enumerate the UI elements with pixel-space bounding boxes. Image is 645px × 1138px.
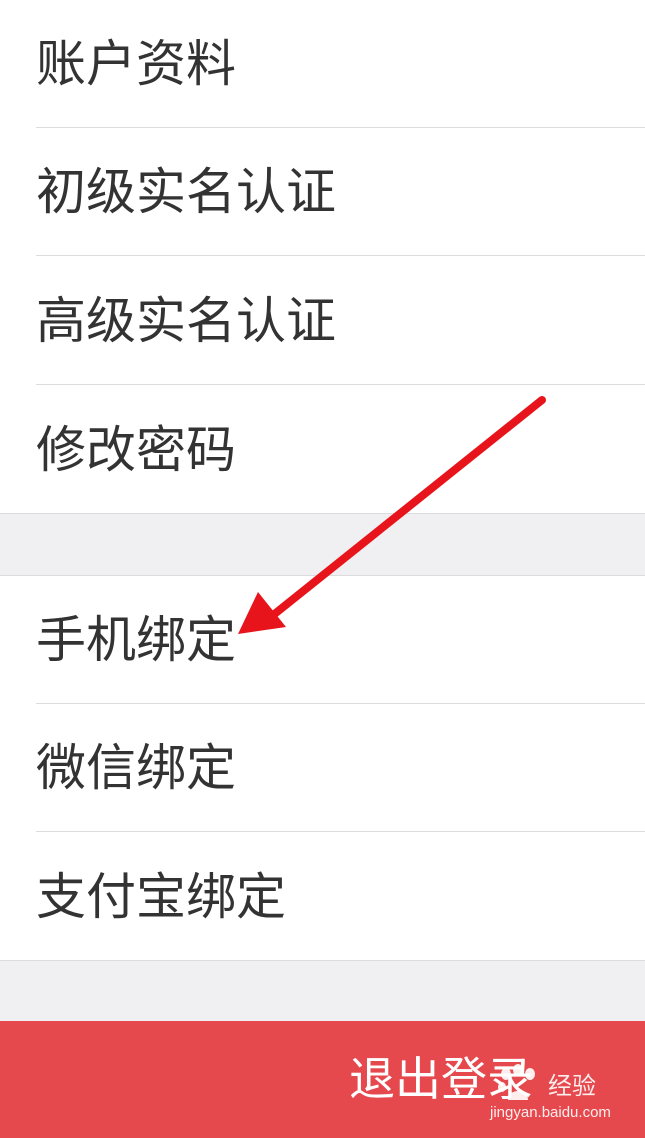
settings-item-alipay-binding[interactable]: 支付宝绑定 — [0, 833, 645, 961]
settings-item-label: 高级实名认证 — [36, 292, 336, 350]
settings-item-label: 手机绑定 — [36, 611, 236, 669]
settings-item-label: 微信绑定 — [36, 739, 236, 797]
baidu-jingyan-watermark: 经验 jingyan.baidu.com — [488, 1062, 638, 1122]
divider — [36, 255, 645, 256]
settings-item-label: 账户资料 — [36, 35, 236, 93]
settings-item-label: 修改密码 — [36, 421, 236, 479]
paw-logo-icon — [498, 1064, 535, 1100]
settings-item-basic-verification[interactable]: 初级实名认证 — [0, 128, 645, 256]
settings-item-label: 支付宝绑定 — [36, 868, 286, 926]
divider — [36, 384, 645, 385]
settings-item-account-info[interactable]: 账户资料 — [0, 0, 645, 128]
watermark-brand: 经验 — [548, 1072, 596, 1100]
settings-group-bindings: 手机绑定 微信绑定 支付宝绑定 — [0, 575, 645, 961]
settings-item-label: 初级实名认证 — [36, 163, 336, 221]
divider — [36, 831, 645, 832]
settings-item-advanced-verification[interactable]: 高级实名认证 — [0, 257, 645, 385]
settings-item-wechat-binding[interactable]: 微信绑定 — [0, 704, 645, 832]
settings-item-phone-binding[interactable]: 手机绑定 — [0, 576, 645, 704]
settings-group-account: 账户资料 初级实名认证 高级实名认证 修改密码 — [0, 0, 645, 514]
settings-item-change-password[interactable]: 修改密码 — [0, 386, 645, 514]
watermark-url: jingyan.baidu.com — [490, 1104, 611, 1121]
